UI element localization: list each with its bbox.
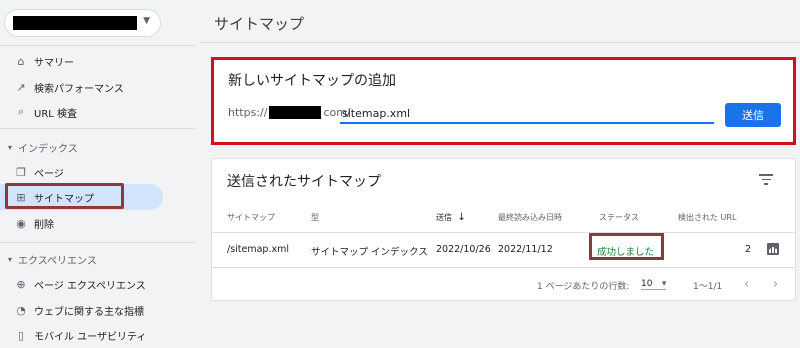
sidebar-item-label: ページ エクスペリエンス bbox=[34, 280, 146, 292]
section-header-index[interactable]: ▾ インデックス bbox=[8, 140, 168, 155]
divider bbox=[0, 45, 195, 46]
divider bbox=[0, 242, 195, 243]
sitemap-url-input[interactable] bbox=[340, 104, 714, 124]
filter-icon[interactable] bbox=[759, 171, 773, 185]
url-prefix: https:// com/ bbox=[228, 106, 351, 119]
rows-per-page-value: 10 bbox=[641, 279, 667, 290]
sidebar-item-label: ページ bbox=[34, 168, 64, 180]
divider bbox=[200, 42, 800, 43]
chevron-down-icon: ▾ bbox=[8, 143, 13, 152]
sidebar-item-mobile-usability[interactable]: ▯ モバイル ユーザビリティ bbox=[0, 322, 163, 348]
sidebar-item-performance[interactable]: ↗ 検索パフォーマンス bbox=[0, 74, 163, 100]
add-sitemap-card: 新しいサイトマップの追加 https:// com/ 送信 bbox=[211, 57, 796, 145]
sort-arrow-icon: ↓ bbox=[457, 212, 466, 223]
sidebar: ▼ ⌂ サマリー ↗ 検索パフォーマンス ⌕ URL 検査 ▾ インデックス ❐… bbox=[0, 0, 200, 348]
chevron-down-icon: ▼ bbox=[143, 16, 150, 26]
home-icon: ⌂ bbox=[17, 54, 25, 68]
column-header-submitted[interactable]: 送信 ↓ bbox=[436, 212, 466, 223]
divider bbox=[212, 267, 795, 268]
column-header-status[interactable]: ステータス bbox=[599, 212, 639, 223]
sidebar-item-summary[interactable]: ⌂ サマリー bbox=[0, 48, 163, 74]
sitemap-icon: ⊞ bbox=[16, 190, 26, 204]
column-header-type[interactable]: 型 bbox=[311, 212, 319, 223]
sidebar-item-label: モバイル ユーザビリティ bbox=[34, 331, 147, 343]
cell-discovered-urls: 2 bbox=[745, 244, 752, 255]
sidebar-item-label: 削除 bbox=[34, 219, 54, 231]
bar-chart-icon[interactable] bbox=[767, 243, 779, 255]
cell-last-read: 2022/11/12 bbox=[498, 244, 553, 255]
sidebar-item-sitemaps[interactable]: ⊞ サイトマップ bbox=[0, 184, 163, 210]
submit-button[interactable]: 送信 bbox=[725, 103, 781, 127]
sidebar-item-removals[interactable]: ◉ 削除 bbox=[0, 210, 163, 236]
column-header-sitemap[interactable]: サイトマップ bbox=[227, 212, 275, 223]
column-header-label: 送信 bbox=[436, 213, 452, 222]
sidebar-item-page-experience[interactable]: ⊕ ページ エクスペリエンス bbox=[0, 271, 163, 297]
domain-redacted bbox=[269, 106, 322, 119]
sidebar-item-label: サマリー bbox=[34, 57, 74, 69]
property-name-redacted bbox=[13, 16, 137, 30]
column-header-last-read[interactable]: 最終読み込み日時 bbox=[498, 212, 562, 223]
section-header-label: インデックス bbox=[18, 144, 78, 155]
sidebar-item-label: サイトマップ bbox=[34, 193, 94, 205]
divider bbox=[212, 232, 795, 233]
chevron-left-icon[interactable]: ‹ bbox=[744, 277, 749, 292]
chevron-right-icon[interactable]: › bbox=[773, 277, 778, 292]
cell-submitted: 2022/10/26 bbox=[436, 244, 491, 255]
sidebar-item-core-web-vitals[interactable]: ◔ ウェブに関する主な指標 bbox=[0, 297, 163, 323]
chevron-down-icon: ▾ bbox=[8, 255, 13, 264]
card-title: 送信されたサイトマップ bbox=[227, 174, 381, 190]
page-title: サイトマップ bbox=[214, 15, 305, 33]
sidebar-item-url-inspection[interactable]: ⌕ URL 検査 bbox=[0, 99, 163, 125]
sidebar-item-label: URL 検査 bbox=[34, 108, 78, 120]
pages-icon: ❐ bbox=[16, 165, 26, 179]
speed-icon: ◔ bbox=[16, 303, 26, 317]
trending-icon: ↗ bbox=[16, 80, 26, 94]
cell-sitemap[interactable]: /sitemap.xml bbox=[227, 244, 289, 255]
sidebar-item-label: 検索パフォーマンス bbox=[34, 83, 124, 95]
section-header-label: エクスペリエンス bbox=[18, 256, 97, 267]
property-selector[interactable]: ▼ bbox=[4, 9, 161, 37]
card-title: 新しいサイトマップの追加 bbox=[228, 73, 396, 89]
annotation-highlight-box bbox=[589, 233, 664, 260]
eye-off-icon: ◉ bbox=[16, 216, 26, 230]
divider bbox=[0, 128, 195, 129]
column-header-discovered-urls[interactable]: 検出された URL bbox=[678, 212, 736, 223]
rows-per-page-select[interactable]: 10 bbox=[641, 279, 667, 290]
phone-icon: ▯ bbox=[17, 328, 25, 342]
cell-type: サイトマップ インデックス bbox=[311, 247, 428, 258]
sidebar-item-label: ウェブに関する主な指標 bbox=[34, 306, 144, 318]
sidebar-item-pages[interactable]: ❐ ページ bbox=[0, 159, 163, 185]
url-prefix-scheme: https:// bbox=[228, 106, 268, 119]
section-header-experience[interactable]: ▾ エクスペリエンス bbox=[8, 252, 168, 267]
rows-per-page-label: 1 ページあたりの行数: bbox=[537, 282, 630, 292]
plus-circle-icon: ⊕ bbox=[16, 277, 26, 291]
pagination-range: 1〜1/1 bbox=[693, 282, 723, 292]
search-icon: ⌕ bbox=[17, 105, 25, 118]
submitted-sitemaps-card: 送信されたサイトマップ サイトマップ 型 送信 ↓ 最終読み込み日時 ステータス… bbox=[211, 158, 796, 301]
